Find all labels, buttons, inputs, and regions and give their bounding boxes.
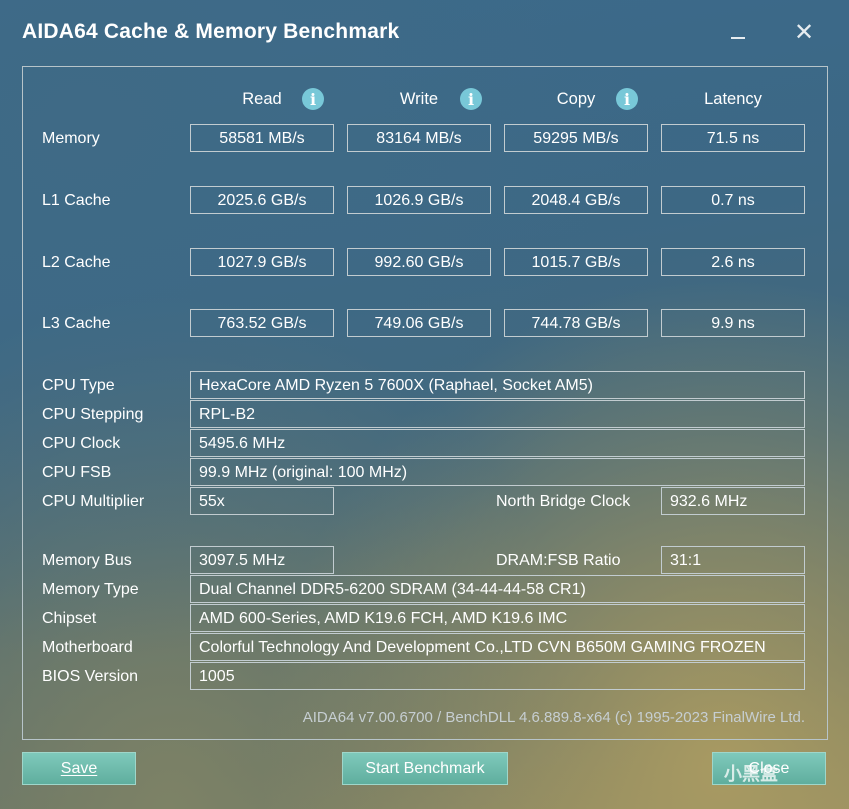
- memory-type-value: Dual Channel DDR5-6200 SDRAM (34-44-44-5…: [190, 575, 805, 603]
- memory-type-label: Memory Type: [42, 581, 139, 598]
- write-info-icon[interactable]: i: [460, 88, 482, 110]
- minimize-icon: [731, 37, 745, 39]
- memory-write-value: 83164 MB/s: [347, 124, 491, 152]
- start-benchmark-button-label: Start Benchmark: [365, 760, 485, 777]
- memory-row-label: Memory: [42, 130, 100, 147]
- motherboard-value: Colorful Technology And Development Co.,…: [190, 633, 805, 661]
- title-bar: AIDA64 Cache & Memory Benchmark ✕: [0, 0, 849, 62]
- dram-fsb-ratio-label: DRAM:FSB Ratio: [496, 552, 621, 569]
- l3-row-label: L3 Cache: [42, 315, 111, 332]
- cpu-clock-value: 5495.6 MHz: [190, 429, 805, 457]
- cpu-multiplier-label: CPU Multiplier: [42, 493, 145, 510]
- cpu-multiplier-value: 55x: [190, 487, 334, 515]
- l2-read-value: 1027.9 GB/s: [190, 248, 334, 276]
- cpu-stepping-label: CPU Stepping: [42, 406, 144, 423]
- save-button-label: Save: [60, 760, 98, 777]
- close-window-button[interactable]: ✕: [786, 18, 822, 46]
- cpu-clock-label: CPU Clock: [42, 435, 121, 452]
- motherboard-label: Motherboard: [42, 639, 133, 656]
- north-bridge-clock-label: North Bridge Clock: [496, 493, 631, 510]
- chipset-value: AMD 600-Series, AMD K19.6 FCH, AMD K19.6…: [190, 604, 805, 632]
- l1-row-label: L1 Cache: [42, 192, 111, 209]
- l2-latency-value: 2.6 ns: [661, 248, 805, 276]
- l3-write-value: 749.06 GB/s: [347, 309, 491, 337]
- cpu-type-value: HexaCore AMD Ryzen 5 7600X (Raphael, Soc…: [190, 371, 805, 399]
- memory-bus-value: 3097.5 MHz: [190, 546, 334, 574]
- cpu-stepping-value: RPL-B2: [190, 400, 805, 428]
- cpu-type-label: CPU Type: [42, 377, 115, 394]
- bios-version-value: 1005: [190, 662, 805, 690]
- copy-info-icon[interactable]: i: [616, 88, 638, 110]
- l2-write-value: 992.60 GB/s: [347, 248, 491, 276]
- bios-version-label: BIOS Version: [42, 668, 139, 685]
- save-button[interactable]: Save: [22, 752, 136, 785]
- cpu-fsb-label: CPU FSB: [42, 464, 112, 481]
- window-title: AIDA64 Cache & Memory Benchmark: [22, 20, 400, 43]
- read-info-icon[interactable]: i: [302, 88, 324, 110]
- memory-copy-value: 59295 MB/s: [504, 124, 648, 152]
- l3-copy-value: 744.78 GB/s: [504, 309, 648, 337]
- dram-fsb-ratio-value: 31:1: [661, 546, 805, 574]
- l1-copy-value: 2048.4 GB/s: [504, 186, 648, 214]
- column-header-latency: Latency: [704, 90, 762, 108]
- memory-latency-value: 71.5 ns: [661, 124, 805, 152]
- version-footer: AIDA64 v7.00.6700 / BenchDLL 4.6.889.8-x…: [302, 709, 805, 726]
- close-icon: ✕: [793, 18, 815, 46]
- benchmark-window: AIDA64 Cache & Memory Benchmark ✕ Read i…: [0, 0, 849, 809]
- l1-write-value: 1026.9 GB/s: [347, 186, 491, 214]
- l1-latency-value: 0.7 ns: [661, 186, 805, 214]
- cpu-fsb-value: 99.9 MHz (original: 100 MHz): [190, 458, 805, 486]
- memory-bus-label: Memory Bus: [42, 552, 132, 569]
- site-watermark: 小黑盒: [724, 764, 778, 784]
- memory-read-value: 58581 MB/s: [190, 124, 334, 152]
- minimize-button[interactable]: [720, 18, 756, 46]
- l3-latency-value: 9.9 ns: [661, 309, 805, 337]
- l3-read-value: 763.52 GB/s: [190, 309, 334, 337]
- l1-read-value: 2025.6 GB/s: [190, 186, 334, 214]
- start-benchmark-button[interactable]: Start Benchmark: [342, 752, 508, 785]
- chipset-label: Chipset: [42, 610, 97, 627]
- l2-copy-value: 1015.7 GB/s: [504, 248, 648, 276]
- l2-row-label: L2 Cache: [42, 254, 111, 271]
- north-bridge-clock-value: 932.6 MHz: [661, 487, 805, 515]
